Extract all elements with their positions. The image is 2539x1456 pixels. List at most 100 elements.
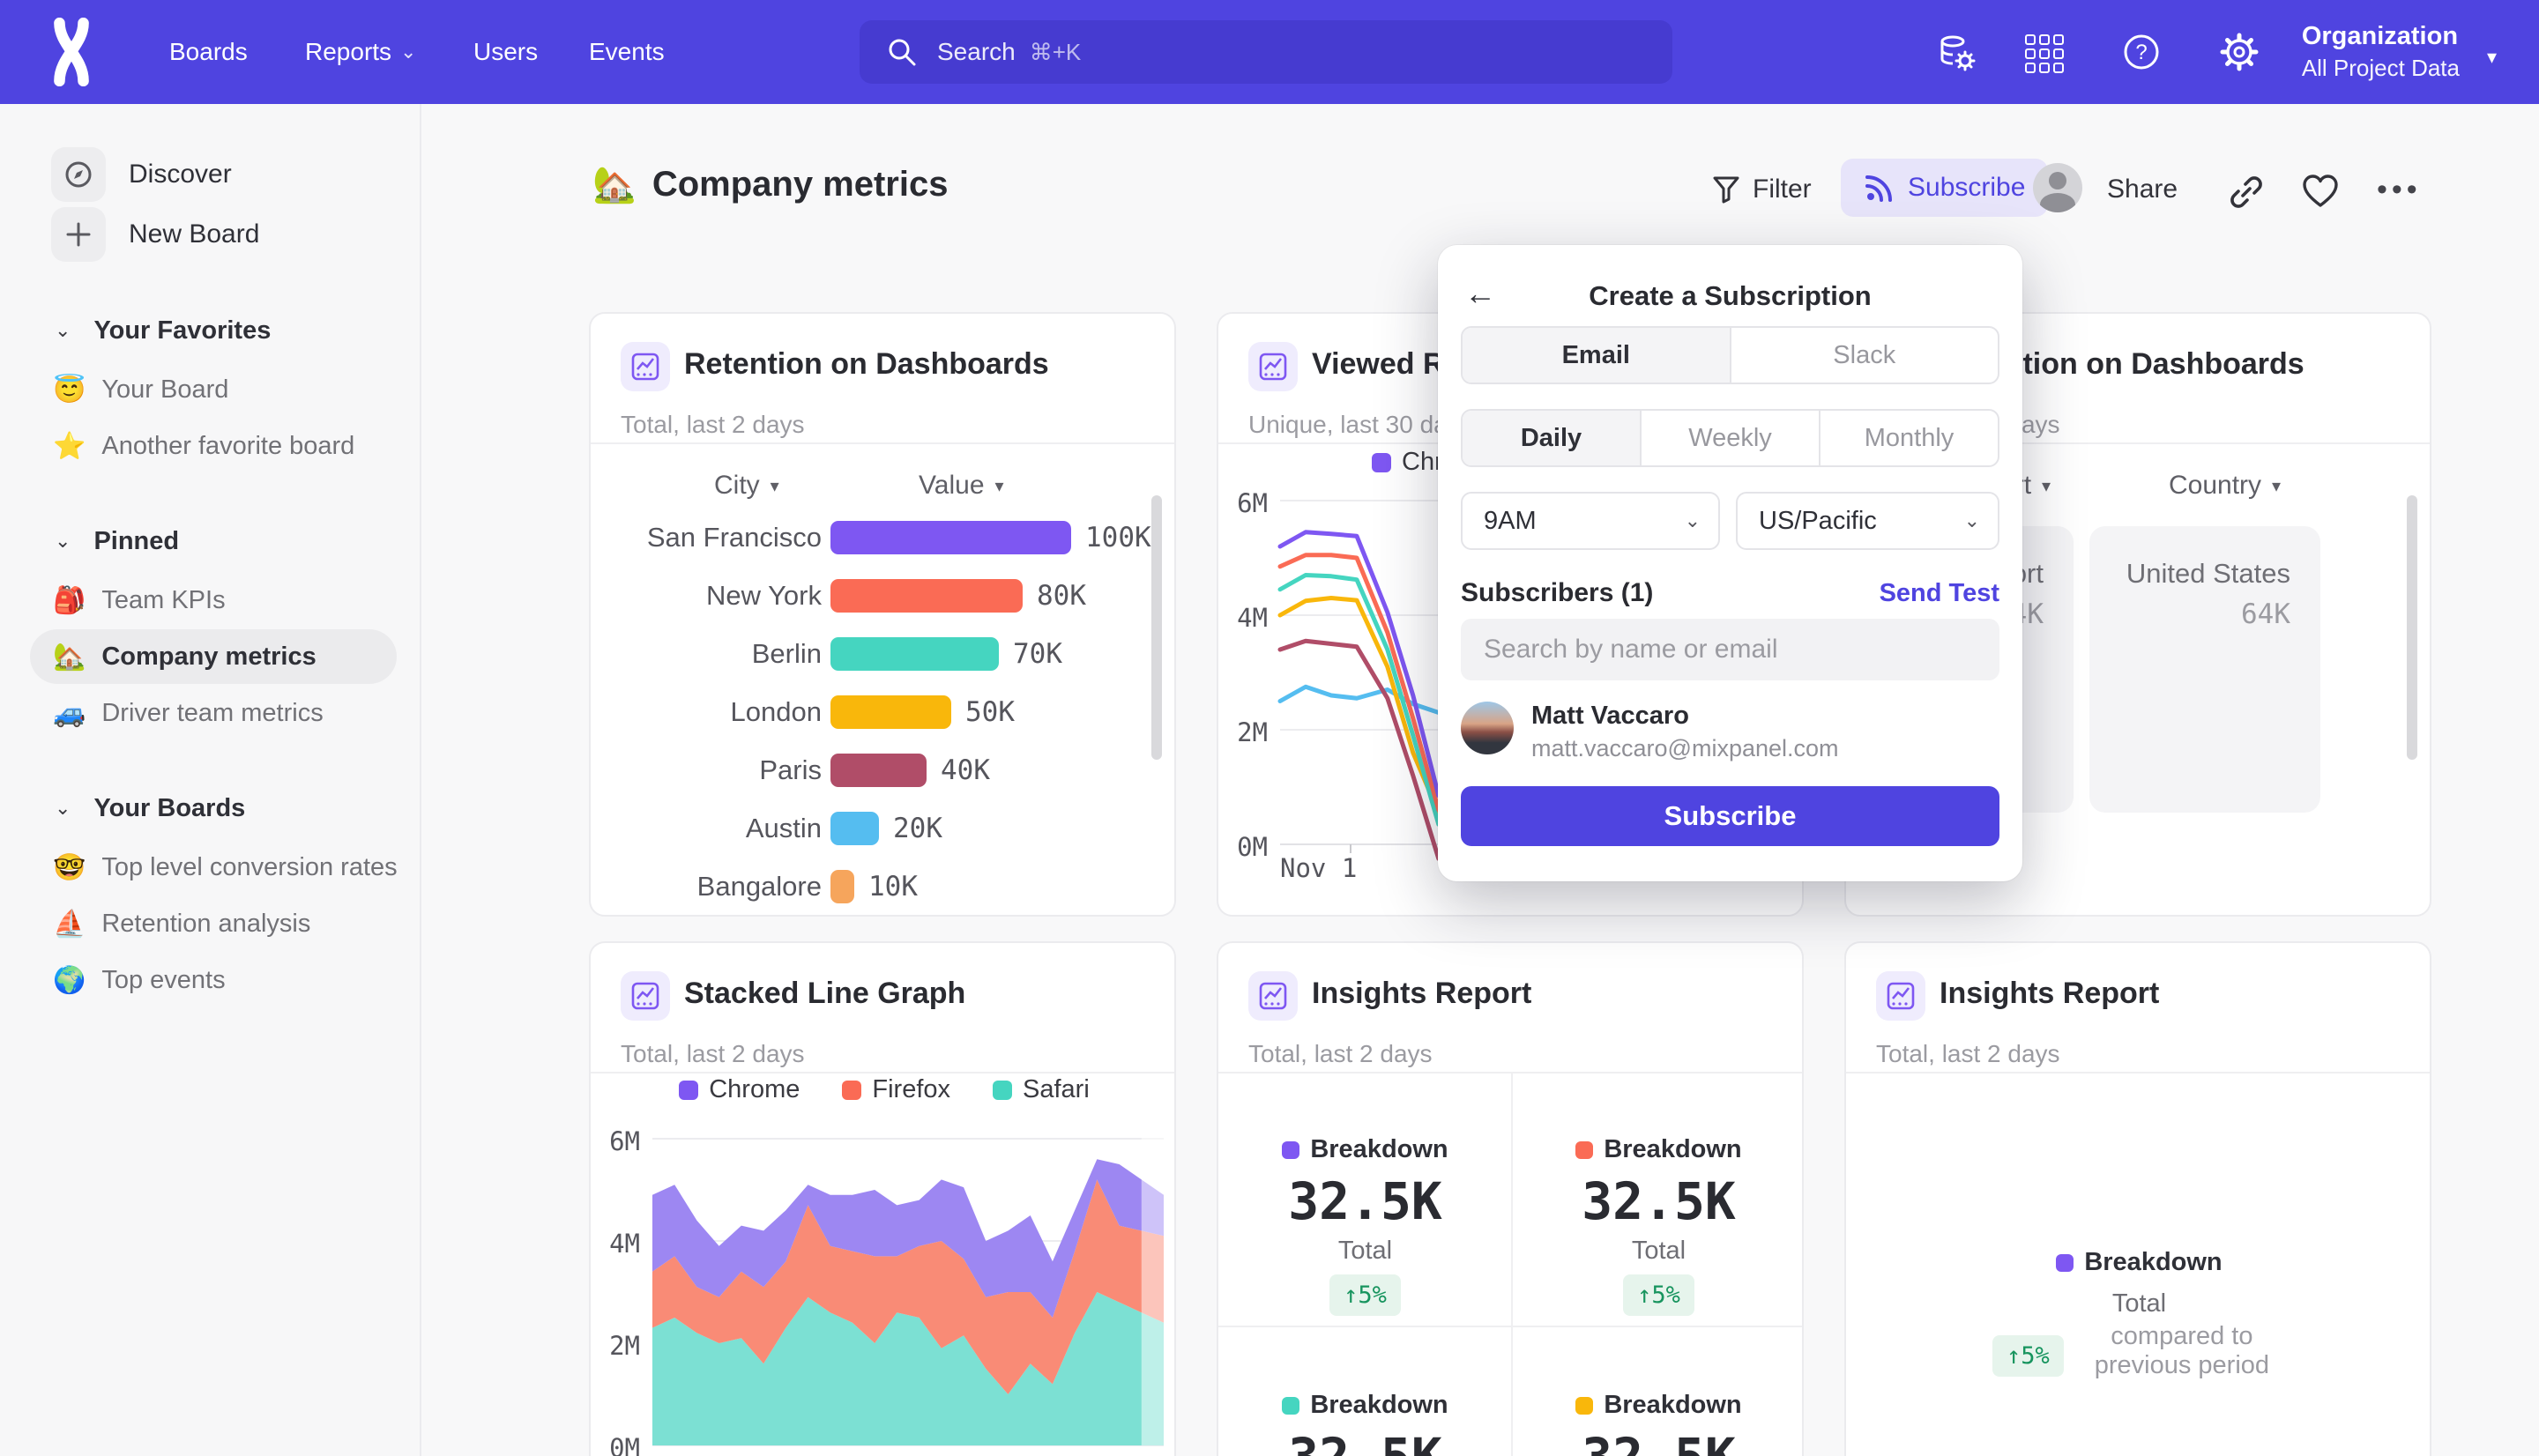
subscriber-search-input[interactable] bbox=[1461, 619, 1999, 680]
sidebar-item-new-board[interactable]: New Board bbox=[0, 206, 421, 263]
sidebar-item-company-metrics[interactable]: 🏡Company metrics bbox=[0, 629, 421, 684]
metric-breakdown-2: Breakdown32.5KTotal↑5% bbox=[1512, 1135, 1804, 1316]
nav-events[interactable]: Events bbox=[589, 0, 665, 104]
column-header-country[interactable]: Country▾ bbox=[2169, 471, 2281, 501]
scrollbar[interactable] bbox=[1151, 495, 1162, 760]
board-emoji: ⭐ bbox=[53, 431, 86, 462]
help-icon[interactable]: ? bbox=[2122, 33, 2161, 71]
tab-weekly[interactable]: Weekly bbox=[1640, 411, 1819, 465]
chevron-down-icon: ⌄ bbox=[400, 41, 416, 63]
stacked-area-chart bbox=[644, 1116, 1173, 1456]
timezone-select[interactable]: US/Pacific⌄ bbox=[1736, 492, 1999, 550]
more-options-icon[interactable]: ••• bbox=[2377, 173, 2422, 207]
table-row-berlin[interactable]: Berlin70K bbox=[591, 636, 1176, 672]
scrollbar[interactable] bbox=[2407, 495, 2417, 760]
legend-safari: Safari bbox=[993, 1075, 1090, 1104]
table-row-paris[interactable]: Paris40K bbox=[591, 753, 1176, 788]
frequency-segmented-control: Daily Weekly Monthly bbox=[1461, 409, 1999, 467]
value-bar bbox=[830, 521, 1071, 554]
legend-firefox: Firefox bbox=[842, 1075, 950, 1104]
send-test-link[interactable]: Send Test bbox=[1880, 579, 1999, 608]
tab-monthly[interactable]: Monthly bbox=[1819, 411, 1998, 465]
modal-subscribe-button[interactable]: Subscribe bbox=[1461, 786, 1999, 846]
sidebar-item-driver-team-metrics[interactable]: 🚙Driver team metrics bbox=[0, 686, 421, 740]
chevron-down-icon: ⌄ bbox=[1685, 509, 1701, 532]
table-row-san-francisco[interactable]: San Francisco100K bbox=[591, 520, 1176, 555]
board-emoji: 🤓 bbox=[53, 852, 86, 883]
card-title: Retention on Dashboards bbox=[684, 347, 1049, 382]
card-insights-report-2: Insights Report Total, last 2 days Break… bbox=[1844, 941, 2431, 1456]
sidebar-item-team-kpis[interactable]: 🎒Team KPIs bbox=[0, 573, 421, 628]
create-subscription-modal: ← Create a Subscription Email Slack Dail… bbox=[1438, 245, 2022, 881]
column-header-city[interactable]: City▾ bbox=[714, 471, 779, 501]
sidebar-item-top-level-conversion-rates[interactable]: 🤓Top level conversion rates bbox=[0, 840, 421, 895]
column-header-value[interactable]: Value▾ bbox=[919, 471, 1004, 501]
report-chart-icon bbox=[1876, 971, 1925, 1021]
delta-badge: ↑5% bbox=[1992, 1335, 2064, 1377]
sidebar-item-discover[interactable]: Discover bbox=[0, 146, 421, 203]
copy-link-icon[interactable] bbox=[2227, 173, 2266, 212]
card-insights-report: Insights Report Total, last 2 days Break… bbox=[1217, 941, 1804, 1456]
value-bar bbox=[830, 695, 951, 729]
table-row-london[interactable]: London50K bbox=[591, 695, 1176, 730]
delta-badge: ↑5% bbox=[1329, 1274, 1401, 1316]
delta-badge: ↑5% bbox=[1623, 1274, 1694, 1316]
search-icon bbox=[886, 36, 918, 68]
tab-daily[interactable]: Daily bbox=[1463, 411, 1640, 465]
card-title: Stacked Line Graph bbox=[684, 977, 965, 1011]
value-bar bbox=[830, 812, 879, 845]
sidebar: Discover New Board ⌄Your Favorites 😇Your … bbox=[0, 104, 421, 1456]
board-emoji: 😇 bbox=[53, 375, 86, 405]
card-title: Insights Report bbox=[1940, 977, 2159, 1011]
chevron-down-icon: ⌄ bbox=[55, 797, 71, 820]
card-stacked-line-graph: Stacked Line Graph Total, last 2 days Ch… bbox=[589, 941, 1176, 1456]
settings-gear-icon[interactable] bbox=[2220, 33, 2259, 71]
chevron-down-icon: ▾ bbox=[2487, 46, 2497, 69]
mixpanel-logo-icon[interactable] bbox=[46, 18, 97, 86]
table-row-austin[interactable]: Austin20K bbox=[591, 811, 1176, 846]
favorite-heart-icon[interactable] bbox=[2301, 173, 2340, 210]
data-management-icon[interactable] bbox=[1937, 33, 1976, 71]
board-emoji: 🌍 bbox=[53, 965, 86, 996]
sidebar-item-top-events[interactable]: 🌍Top events bbox=[0, 953, 421, 1007]
metric-breakdown-1: Breakdown32.5KTotal↑5% bbox=[1218, 1135, 1512, 1316]
sidebar-section-your-favorites[interactable]: ⌄Your Favorites bbox=[0, 306, 421, 355]
subscriber-avatar bbox=[1461, 702, 1514, 754]
board-emoji: 🎒 bbox=[53, 585, 86, 616]
board-emoji: 🏡 bbox=[53, 642, 86, 672]
board-emoji: 🏡 bbox=[592, 164, 637, 205]
sidebar-item-your-board[interactable]: 😇Your Board bbox=[0, 362, 421, 417]
nav-users[interactable]: Users bbox=[473, 0, 538, 104]
nav-reports[interactable]: Reports⌄ bbox=[305, 0, 416, 104]
sidebar-item-retention-analysis[interactable]: ⛵Retention analysis bbox=[0, 896, 421, 951]
board-emoji: ⛵ bbox=[53, 909, 86, 940]
tab-email[interactable]: Email bbox=[1463, 328, 1730, 383]
tab-slack[interactable]: Slack bbox=[1730, 328, 1999, 383]
channel-segmented-control: Email Slack bbox=[1461, 326, 1999, 384]
filter-button[interactable]: Filter bbox=[1712, 175, 1812, 204]
country-cell[interactable]: United States 64K bbox=[2089, 526, 2320, 813]
modal-title: Create a Subscription bbox=[1438, 280, 2022, 312]
card-subtitle: Total, last 2 days bbox=[1248, 1040, 1433, 1068]
top-navigation-bar: Boards Reports⌄ Users Events Search ⌘+K … bbox=[0, 0, 2539, 104]
card-title: Insights Report bbox=[1312, 977, 1531, 1011]
subscriber-row[interactable]: Matt Vaccaro matt.vaccaro@mixpanel.com bbox=[1461, 702, 1999, 760]
board-emoji: 🚙 bbox=[53, 698, 86, 729]
table-row-new-york[interactable]: New York80K bbox=[591, 578, 1176, 613]
subscribers-label: Subscribers (1) bbox=[1461, 578, 1653, 608]
nav-boards[interactable]: Boards bbox=[169, 0, 248, 104]
subscribe-button[interactable]: Subscribe bbox=[1841, 159, 2048, 217]
table-row-bangalore[interactable]: Bangalore10K bbox=[591, 869, 1176, 904]
apps-grid-icon[interactable] bbox=[2023, 33, 2062, 71]
report-chart-icon bbox=[1248, 971, 1298, 1021]
sidebar-section-pinned[interactable]: ⌄Pinned bbox=[0, 516, 421, 566]
sidebar-item-another-favorite-board[interactable]: ⭐Another favorite board bbox=[0, 419, 421, 473]
plus-icon bbox=[51, 207, 106, 262]
time-select[interactable]: 9AM⌄ bbox=[1461, 492, 1720, 550]
global-search-input[interactable]: Search ⌘+K bbox=[860, 20, 1672, 84]
avatar[interactable] bbox=[2033, 163, 2082, 212]
sidebar-section-your-boards[interactable]: ⌄Your Boards bbox=[0, 784, 421, 833]
org-switcher[interactable]: Organization All Project Data bbox=[2302, 0, 2460, 104]
compass-icon bbox=[51, 147, 106, 202]
share-button[interactable]: Share bbox=[2107, 175, 2178, 204]
